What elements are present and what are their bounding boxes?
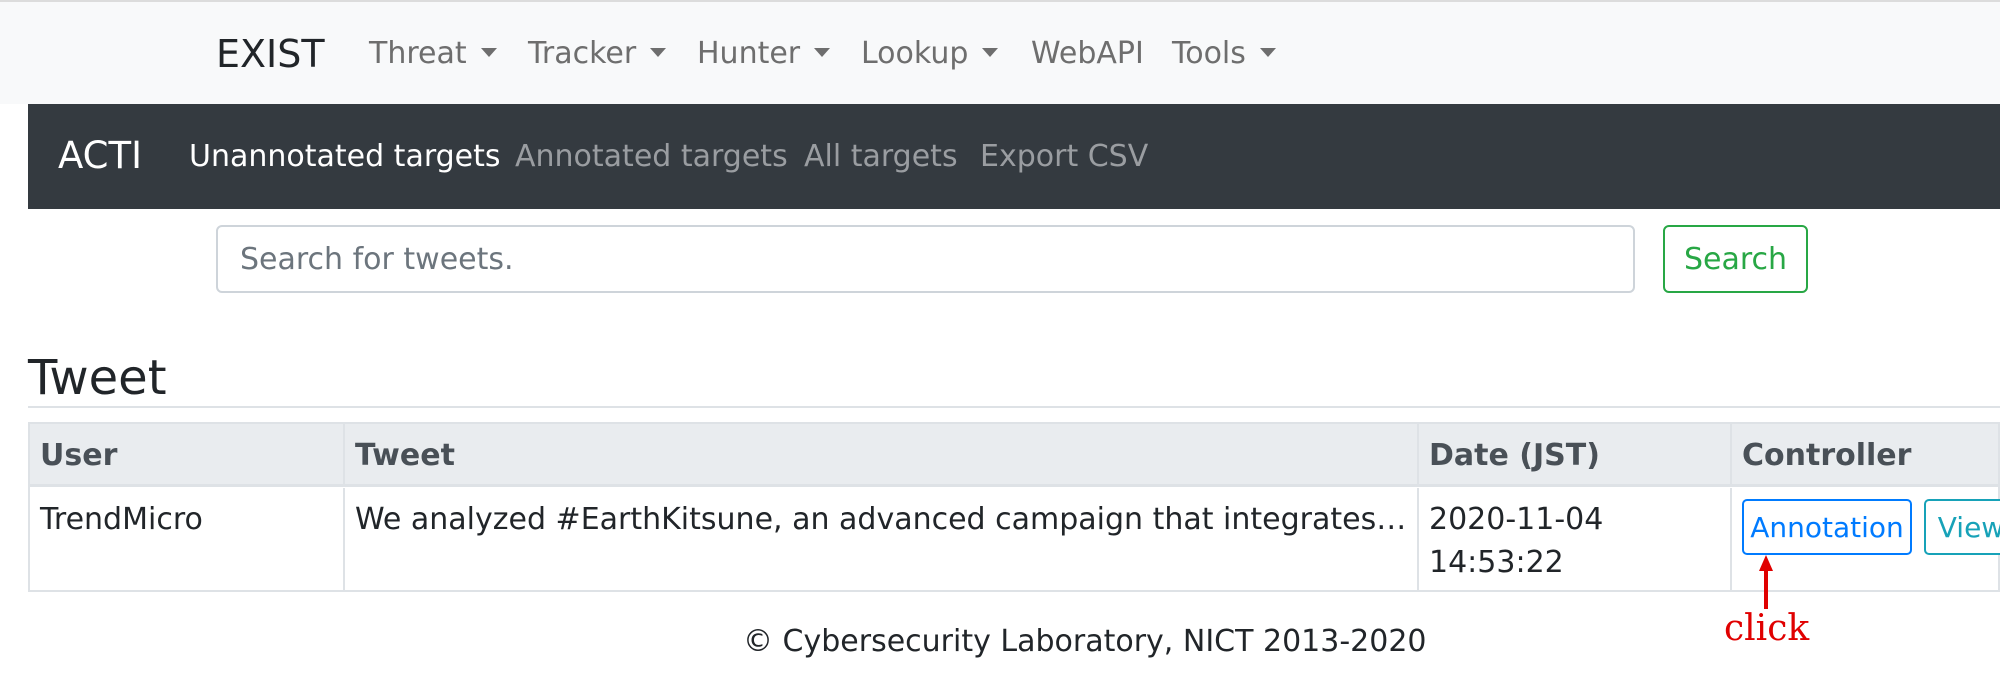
tab-export-csv[interactable]: Export CSV — [980, 136, 1148, 178]
nav-item-tracker[interactable]: Tracker — [528, 32, 667, 76]
tweet-text: We analyzed #EarthKitsune, an advanced c… — [355, 502, 1407, 537]
brand-acti[interactable]: ACTI — [58, 134, 142, 178]
date-value: 2020-11-04 — [1429, 502, 1604, 537]
search-input[interactable] — [216, 225, 1635, 293]
nav-item-tools[interactable]: Tools — [1172, 32, 1276, 76]
acti-navbar: ACTI Unannotated targets Annotated targe… — [28, 104, 2000, 209]
page-title: Tweet — [28, 350, 167, 406]
caret-down-icon — [650, 48, 667, 57]
nav-item-lookup[interactable]: Lookup — [861, 32, 999, 76]
column-header-tweet: Tweet — [343, 424, 1417, 487]
caret-down-icon — [480, 48, 497, 57]
nav-item-label: Lookup — [861, 36, 969, 71]
nav-item-webapi[interactable]: WebAPI — [1031, 32, 1144, 76]
nav-item-label: WebAPI — [1031, 36, 1144, 71]
nav-item-hunter[interactable]: Hunter — [697, 32, 831, 76]
tab-annotated-targets[interactable]: Annotated targets — [515, 136, 788, 178]
nav-item-label: Tools — [1172, 36, 1246, 71]
copyright-text: © Cybersecurity Laboratory, NICT 2013-20… — [743, 624, 1427, 659]
tweet-table: User Tweet Date (JST) Controller TrendMi… — [28, 422, 2000, 592]
nav-item-label: Tracker — [528, 36, 637, 71]
column-header-controller: Controller — [1730, 424, 2000, 487]
brand-logo-exist[interactable]: EXIST — [216, 32, 325, 76]
click-annotation-label: click — [1724, 608, 1810, 649]
caret-down-icon — [1259, 48, 1276, 57]
divider — [28, 406, 2000, 408]
column-header-date: Date (JST) — [1417, 424, 1730, 487]
column-header-user: User — [40, 438, 118, 473]
table-row: TrendMicro We analyzed #EarthKitsune, an… — [30, 488, 2000, 592]
cell-tweet: We analyzed #EarthKitsune, an advanced c… — [343, 488, 1417, 592]
search-button[interactable]: Search — [1663, 225, 1808, 293]
time-value: 14:53:22 — [1429, 545, 1564, 580]
annotation-button[interactable]: Annotation — [1742, 499, 1912, 555]
user-name: TrendMicro — [40, 502, 203, 537]
cell-date: 2020-11-04 14:53:22 — [1417, 488, 1730, 592]
nav-item-label: Threat — [369, 36, 467, 71]
cell-user: TrendMicro — [30, 488, 343, 592]
tab-all-targets[interactable]: All targets — [804, 136, 958, 178]
arrow-up-icon — [1759, 555, 1773, 609]
top-navbar: EXIST Threat Tracker Hunter Lookup WebAP… — [0, 0, 2000, 104]
caret-down-icon — [814, 48, 831, 57]
view-button[interactable]: View — [1924, 499, 2000, 555]
nav-item-threat[interactable]: Threat — [369, 32, 497, 76]
tab-unannotated-targets[interactable]: Unannotated targets — [189, 136, 501, 178]
table-header: User Tweet Date (JST) Controller — [30, 424, 1998, 487]
caret-down-icon — [982, 48, 999, 57]
nav-item-label: Hunter — [697, 36, 801, 71]
